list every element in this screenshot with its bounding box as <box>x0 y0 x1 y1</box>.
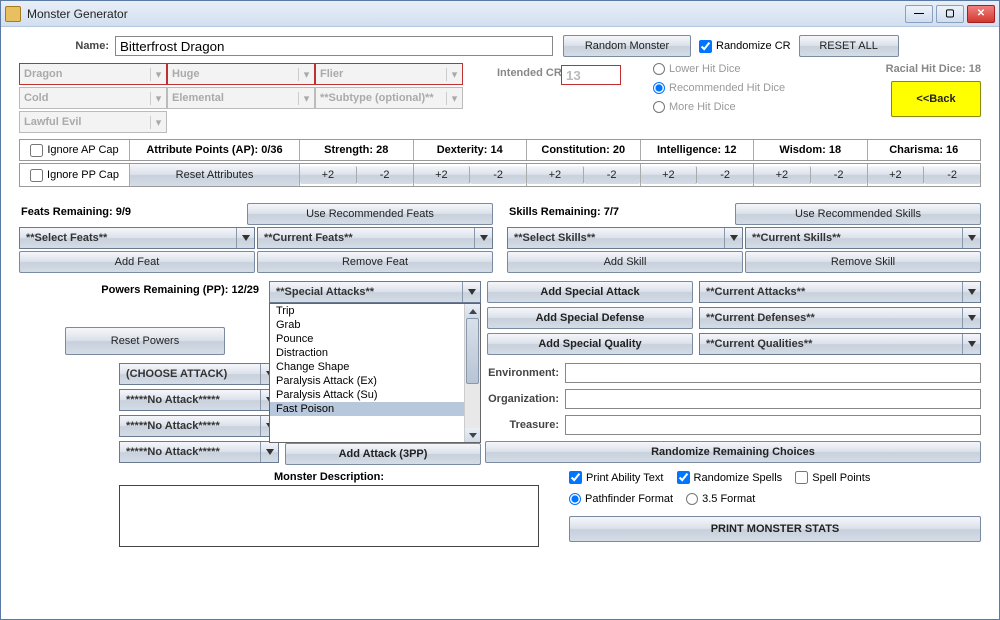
use-rec-feats-button[interactable]: Use Recommended Feats <box>247 203 493 225</box>
cha-minus-button[interactable]: -2 <box>924 166 980 184</box>
maximize-button[interactable]: ▢ <box>936 5 964 23</box>
subtype3-combo: **Subtype (optional)**▾ <box>315 87 463 109</box>
pathfinder-format-radio[interactable]: Pathfinder Format <box>569 493 673 505</box>
reset-all-button[interactable]: RESET ALL <box>799 35 899 57</box>
scroll-thumb[interactable] <box>466 318 479 384</box>
int-minus-button[interactable]: -2 <box>697 166 753 184</box>
wis-minus-button[interactable]: -2 <box>811 166 867 184</box>
special-attacks-combo[interactable]: **Special Attacks** <box>269 281 481 303</box>
close-button[interactable]: ✕ <box>967 5 995 23</box>
more-hd-radio[interactable]: More Hit Dice <box>653 101 736 113</box>
environment-input[interactable] <box>565 363 981 383</box>
dex-minus-button[interactable]: -2 <box>470 166 526 184</box>
str-label: Strength: 28 <box>300 140 414 160</box>
scroll-up-icon[interactable] <box>465 304 480 318</box>
wis-plus-button[interactable]: +2 <box>754 166 811 184</box>
add-feat-button[interactable]: Add Feat <box>19 251 255 273</box>
special-attack-option[interactable]: Fast Poison <box>270 402 480 416</box>
special-attack-option[interactable]: Change Shape <box>270 360 480 374</box>
attack-slot-4-combo[interactable]: *****No Attack***** <box>119 441 279 463</box>
remove-feat-button[interactable]: Remove Feat <box>257 251 493 273</box>
treasure-label: Treasure: <box>485 419 565 431</box>
special-attack-option[interactable]: Grab <box>270 318 480 332</box>
type-combo: Dragon▾ <box>19 63 167 85</box>
wis-label: Wisdom: 18 <box>754 140 868 160</box>
add-special-attack-button[interactable]: Add Special Attack <box>487 281 693 303</box>
str-minus-button[interactable]: -2 <box>357 166 413 184</box>
cha-plus-button[interactable]: +2 <box>868 166 925 184</box>
con-minus-button[interactable]: -2 <box>584 166 640 184</box>
select-skills-combo[interactable]: **Select Skills** <box>507 227 743 249</box>
print-monster-stats-button[interactable]: PRINT MONSTER STATS <box>569 516 981 542</box>
add-attack-3pp-button[interactable]: Add Attack (3PP) <box>285 443 481 465</box>
randomize-spells-checkbox[interactable]: Randomize Spells <box>677 471 783 484</box>
organization-input[interactable] <box>565 389 981 409</box>
current-defenses-combo[interactable]: **Current Defenses** <box>699 307 981 329</box>
special-attack-option[interactable]: Trip <box>270 304 480 318</box>
powers-remaining-label: Powers Remaining (PP): 12/29 <box>19 281 263 299</box>
window-title: Monster Generator <box>27 7 905 21</box>
special-attacks-dropdown[interactable]: TripGrabPounceDistractionChange ShapePar… <box>269 303 481 443</box>
treasure-input[interactable] <box>565 415 981 435</box>
racial-hd-label: Racial Hit Dice: 18 <box>886 63 981 75</box>
35-format-radio[interactable]: 3.5 Format <box>686 493 755 505</box>
monster-description-textarea[interactable] <box>119 485 539 547</box>
randomize-remaining-button[interactable]: Randomize Remaining Choices <box>485 441 981 463</box>
back-button[interactable]: <<Back <box>891 81 981 117</box>
select-feats-combo[interactable]: **Select Feats** <box>19 227 255 249</box>
alignment-combo: Lawful Evil▾ <box>19 111 167 133</box>
app-icon <box>5 6 21 22</box>
add-special-quality-button[interactable]: Add Special Quality <box>487 333 693 355</box>
name-input[interactable] <box>115 36 553 56</box>
remove-skill-button[interactable]: Remove Skill <box>745 251 981 273</box>
movement-combo: Flier▾ <box>315 63 463 85</box>
reset-attributes-button[interactable]: Reset Attributes <box>130 164 299 186</box>
rec-hd-radio[interactable]: Recommended Hit Dice <box>653 82 785 94</box>
cha-label: Charisma: 16 <box>868 140 981 160</box>
int-plus-button[interactable]: +2 <box>641 166 698 184</box>
add-special-defense-button[interactable]: Add Special Defense <box>487 307 693 329</box>
subtype1-combo: Cold▾ <box>19 87 167 109</box>
ap-points-label: Attribute Points (AP): 0/36 <box>130 140 300 160</box>
ignore-pp-checkbox[interactable]: Ignore PP Cap <box>30 169 119 182</box>
minimize-button[interactable]: — <box>905 5 933 23</box>
use-rec-skills-button[interactable]: Use Recommended Skills <box>735 203 981 225</box>
random-monster-button[interactable]: Random Monster <box>563 35 691 57</box>
int-label: Intelligence: 12 <box>641 140 755 160</box>
spell-points-checkbox[interactable]: Spell Points <box>795 471 870 484</box>
current-feats-combo[interactable]: **Current Feats** <box>257 227 493 249</box>
con-plus-button[interactable]: +2 <box>527 166 584 184</box>
special-attack-option[interactable]: Paralysis Attack (Su) <box>270 388 480 402</box>
reset-powers-button[interactable]: Reset Powers <box>65 327 225 355</box>
lower-hd-radio[interactable]: Lower Hit Dice <box>653 63 741 75</box>
current-attacks-combo[interactable]: **Current Attacks** <box>699 281 981 303</box>
size-combo: Huge▾ <box>167 63 315 85</box>
print-ability-text-checkbox[interactable]: Print Ability Text <box>569 471 663 484</box>
desc-label: Monster Description: <box>119 471 539 483</box>
special-attack-option[interactable]: Distraction <box>270 346 480 360</box>
attack-slot-1-combo[interactable]: (CHOOSE ATTACK) <box>119 363 279 385</box>
current-qualities-combo[interactable]: **Current Qualities** <box>699 333 981 355</box>
str-plus-button[interactable]: +2 <box>300 166 357 184</box>
scroll-down-icon[interactable] <box>465 428 480 442</box>
con-label: Constitution: 20 <box>527 140 641 160</box>
cr-input[interactable] <box>561 65 621 85</box>
attack-slot-2-combo[interactable]: *****No Attack***** <box>119 389 279 411</box>
feats-remaining-label: Feats Remaining: 9/9 <box>19 203 247 225</box>
randomize-cr-checkbox[interactable]: Randomize CR <box>699 40 791 53</box>
current-skills-combo[interactable]: **Current Skills** <box>745 227 981 249</box>
ignore-ap-checkbox[interactable]: Ignore AP Cap <box>30 144 118 157</box>
skills-remaining-label: Skills Remaining: 7/7 <box>507 203 735 225</box>
env-label: Environment: <box>485 367 565 379</box>
subtype2-combo: Elemental▾ <box>167 87 315 109</box>
org-label: Organization: <box>485 393 565 405</box>
add-skill-button[interactable]: Add Skill <box>507 251 743 273</box>
special-attack-option[interactable]: Pounce <box>270 332 480 346</box>
attack-slot-3-combo[interactable]: *****No Attack***** <box>119 415 279 437</box>
name-label: Name: <box>19 40 115 52</box>
special-attack-option[interactable]: Paralysis Attack (Ex) <box>270 374 480 388</box>
dex-label: Dexterity: 14 <box>414 140 528 160</box>
titlebar: Monster Generator — ▢ ✕ <box>1 1 999 27</box>
dex-plus-button[interactable]: +2 <box>414 166 471 184</box>
